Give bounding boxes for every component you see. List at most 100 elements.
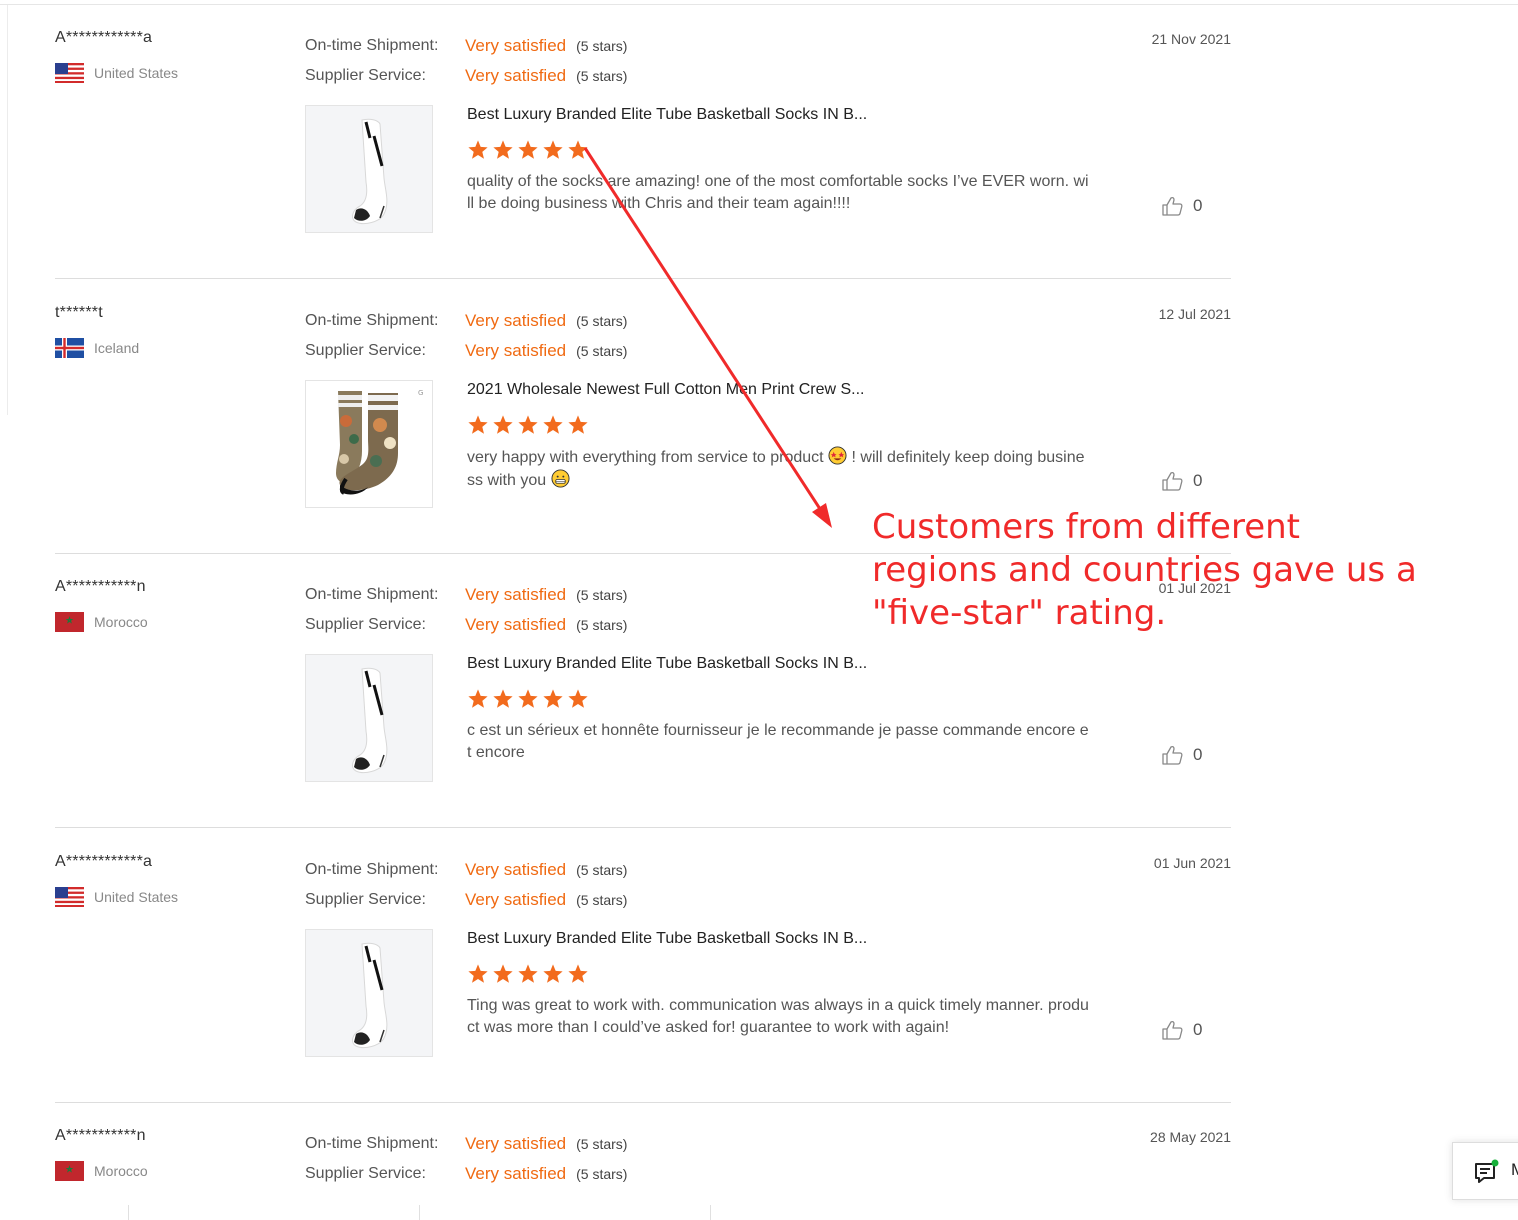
service-value: Very satisfied [465, 1164, 567, 1183]
star-icon [543, 964, 563, 983]
country-name: Morocco [94, 614, 148, 630]
product-thumbnail[interactable]: G [305, 380, 433, 508]
review-item: A***********n Morocco On-time Shipment: … [55, 1103, 1231, 1220]
review-comment: c est un sérieux et honnête fournisseur … [467, 722, 1089, 761]
service-stars: (5 stars) [576, 343, 628, 359]
service-stars: (5 stars) [576, 1166, 628, 1182]
review-divider [55, 827, 1231, 828]
service-value: Very satisfied [465, 890, 567, 909]
star-icon [468, 964, 488, 983]
service-stars: (5 stars) [576, 892, 628, 908]
shipment-stars: (5 stars) [576, 313, 628, 329]
star-icon [468, 140, 488, 159]
buyer-country: United States [55, 63, 178, 83]
us-flag-icon [55, 63, 84, 83]
like-button[interactable]: 0 [1161, 744, 1202, 766]
chat-widget[interactable]: M [1452, 1142, 1518, 1200]
like-button[interactable]: 0 [1161, 195, 1202, 217]
review-item: A************a United States On-time Shi… [55, 829, 1231, 1103]
thumbs-up-icon [1162, 745, 1183, 765]
ratings-block: On-time Shipment: Very satisfied (5 star… [305, 31, 627, 91]
star-icon [518, 689, 538, 708]
product-title[interactable]: Best Luxury Branded Elite Tube Basketbal… [467, 655, 867, 673]
buyer-country: Morocco [55, 1161, 148, 1181]
service-label: Supplier Service: [305, 891, 426, 908]
like-button[interactable]: 0 [1161, 470, 1202, 492]
star-rating [467, 963, 592, 985]
service-value: Very satisfied [465, 66, 567, 85]
white-sock-image [352, 942, 388, 1049]
shipment-label: On-time Shipment: [305, 861, 439, 878]
star-icon [493, 689, 513, 708]
star-icon [468, 689, 488, 708]
buyer-name: t******t [55, 304, 103, 321]
shipment-stars: (5 stars) [576, 1136, 628, 1152]
shipment-label: On-time Shipment: [305, 586, 439, 603]
star-rating [467, 688, 592, 710]
service-value: Very satisfied [465, 341, 567, 360]
buyer-country: Iceland [55, 338, 139, 358]
star-icon [468, 415, 488, 434]
morocco-flag-icon [55, 612, 84, 632]
star-icon [568, 415, 588, 434]
service-stars: (5 stars) [576, 617, 628, 633]
buyer-country: Morocco [55, 612, 148, 632]
star-icon [568, 689, 588, 708]
review-date: 21 Nov 2021 [1151, 31, 1231, 47]
shipment-value: Very satisfied [465, 585, 567, 604]
like-count: 0 [1193, 471, 1203, 490]
service-stars: (5 stars) [576, 68, 628, 84]
country-name: United States [94, 889, 179, 905]
shipment-label: On-time Shipment: [305, 312, 439, 329]
service-label: Supplier Service: [305, 616, 426, 633]
review-comment: very happy with everything from service … [467, 446, 1089, 492]
white-sock-image [352, 118, 388, 225]
ratings-block: On-time Shipment: Very satisfied (5 star… [305, 855, 627, 915]
product-title[interactable]: Best Luxury Branded Elite Tube Basketbal… [467, 106, 867, 124]
buyer-country: United States [55, 887, 178, 907]
white-sock-image [352, 667, 388, 774]
ratings-block: On-time Shipment: Very satisfied (5 star… [305, 580, 627, 640]
buyer-name: A************a [55, 29, 153, 46]
shipment-label: On-time Shipment: [305, 37, 439, 54]
left-divider [7, 5, 8, 415]
star-icon [543, 415, 563, 434]
shipment-value: Very satisfied [465, 860, 567, 879]
star-rating [467, 139, 592, 161]
buyer-name: A***********n [55, 1127, 146, 1144]
product-title[interactable]: 2021 Wholesale Newest Full Cotton Men Pr… [467, 381, 865, 399]
star-icon [493, 415, 513, 434]
country-name: United States [94, 65, 179, 81]
thumbs-up-icon [1162, 1020, 1183, 1040]
buyer-name: A************a [55, 853, 153, 870]
review-date: 01 Jun 2021 [1153, 855, 1231, 871]
shipment-value: Very satisfied [465, 311, 567, 330]
service-label: Supplier Service: [305, 342, 426, 359]
product-thumbnail[interactable] [305, 929, 433, 1057]
product-thumbnail[interactable] [305, 654, 433, 782]
service-label: Supplier Service: [305, 1165, 426, 1182]
shipment-label: On-time Shipment: [305, 1135, 439, 1152]
annotation-text: Customers from different regions and cou… [872, 507, 1417, 633]
star-icon [493, 964, 513, 983]
thumbs-up-icon [1162, 196, 1183, 216]
shipment-value: Very satisfied [465, 1134, 567, 1153]
like-button[interactable]: 0 [1161, 1019, 1202, 1041]
star-rating [467, 414, 592, 436]
shipment-stars: (5 stars) [576, 862, 628, 878]
iceland-flag-icon [55, 338, 84, 358]
star-icon [518, 964, 538, 983]
product-title[interactable]: Best Luxury Branded Elite Tube Basketbal… [467, 930, 867, 948]
country-name: Iceland [94, 340, 140, 356]
ratings-block: On-time Shipment: Very satisfied (5 star… [305, 306, 627, 366]
thumbs-up-icon [1162, 471, 1183, 491]
review-item: A************a United States On-time Shi… [55, 5, 1231, 279]
svg-text:G: G [418, 389, 423, 397]
country-name: Morocco [94, 1163, 148, 1179]
star-struck-emoji-icon [828, 446, 847, 465]
star-icon [568, 140, 588, 159]
product-thumbnail[interactable] [305, 105, 433, 233]
star-icon [493, 140, 513, 159]
printed-sock-image: G [336, 389, 423, 495]
star-icon [543, 689, 563, 708]
